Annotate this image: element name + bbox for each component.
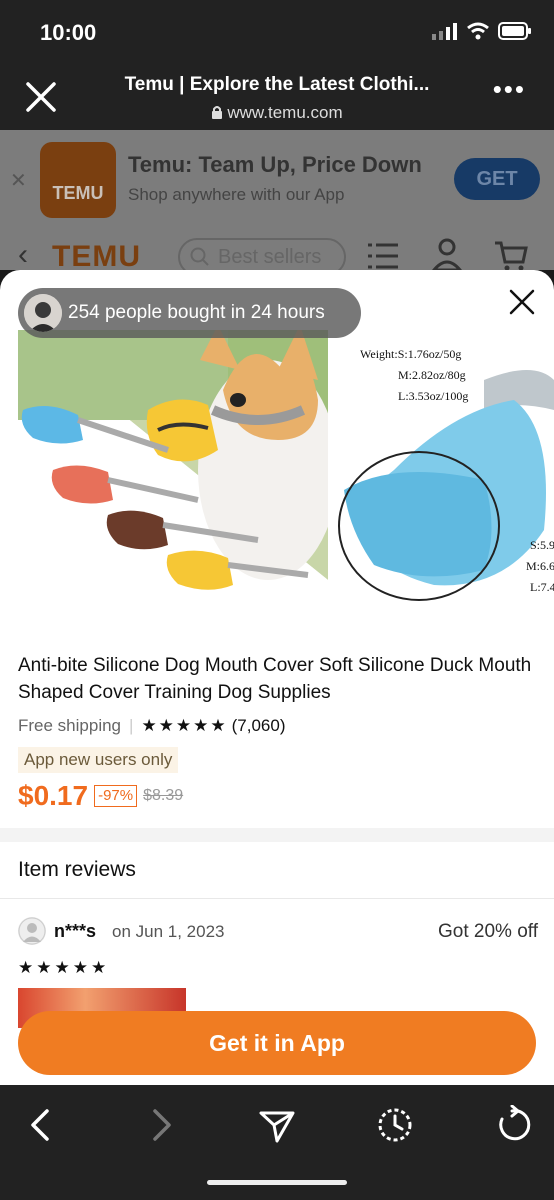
url-text: www.temu.com — [227, 103, 343, 122]
history-icon[interactable] — [375, 1105, 415, 1145]
weight-label-m: M:2.82oz/80g — [398, 368, 466, 382]
review-date: on Jun 1, 2023 — [112, 922, 225, 941]
buyer-avatar — [24, 294, 62, 332]
site-header: ‹ TEMU Best sellers — [0, 228, 554, 270]
section-separator — [0, 828, 554, 842]
divider: | — [129, 716, 134, 735]
cart-icon[interactable] — [494, 240, 528, 270]
product-image-size-chart[interactable]: Weight:S:1.76oz/50g M:2.82oz/80g L:3.53o… — [334, 330, 554, 640]
search-icon — [190, 247, 209, 266]
size-label-s: S:5.9 — [530, 538, 554, 552]
size-label-l: L:7.4 — [530, 580, 554, 594]
url-display[interactable]: www.temu.com — [100, 103, 454, 123]
original-price: $8.39 — [143, 787, 184, 804]
home-indicator[interactable] — [207, 1180, 347, 1185]
site-logo[interactable]: TEMU — [52, 240, 141, 270]
divider — [0, 898, 554, 899]
new-user-badge: App new users only — [18, 747, 179, 773]
social-proof-pill: 254 people bought in 24 hours — [18, 288, 361, 338]
review-discount-tag: Got 20% off — [438, 921, 538, 942]
more-options-icon[interactable]: ••• — [493, 76, 526, 102]
back-icon[interactable] — [22, 1105, 62, 1145]
share-icon[interactable] — [257, 1105, 297, 1145]
reviewer-name: n***s — [54, 921, 97, 941]
banner-app-name: Temu: Team Up, Price Down — [128, 152, 422, 177]
shipping-rating-row: Free shipping | ★★★★★ (7,060) — [18, 716, 286, 736]
forward-icon[interactable] — [140, 1105, 180, 1145]
banner-subtitle: Shop anywhere with our App — [128, 185, 345, 204]
shipping-label: Free shipping — [18, 716, 122, 735]
size-label-m: M:6.6 — [526, 559, 554, 573]
app-download-banner: ✕ TEMU Temu: Team Up, Price Down Shop an… — [0, 130, 554, 226]
browser-address-bar: Temu | Explore the Latest Clothi... www.… — [0, 62, 554, 130]
back-chevron-icon[interactable]: ‹ — [18, 238, 28, 270]
weight-label-l: L:3.53oz/100g — [398, 389, 469, 403]
battery-icon — [498, 22, 531, 40]
lock-icon — [212, 106, 223, 119]
reviewer-avatar — [18, 917, 46, 945]
current-price: $0.17 — [18, 780, 89, 811]
rating-count[interactable]: (7,060) — [232, 716, 286, 736]
review-stars: ★★★★★ — [18, 958, 110, 977]
account-icon[interactable] — [432, 238, 462, 270]
product-title[interactable]: Anti-bite Silicone Dog Mouth Cover Soft … — [18, 652, 538, 706]
rating-stars: ★★★★★ — [141, 716, 228, 735]
dimmed-page-backdrop[interactable]: ✕ TEMU Temu: Team Up, Price Down Shop an… — [0, 130, 554, 270]
price-row: $0.17 -97% $8.39 — [18, 780, 183, 812]
weight-label-s: Weight:S:1.76oz/50g — [360, 347, 462, 361]
banner-close-icon[interactable]: ✕ — [10, 168, 27, 193]
product-quickview-sheet: Weight:S:1.76oz/50g M:2.82oz/80g L:3.53o… — [0, 270, 554, 1085]
close-sheet-icon[interactable] — [508, 288, 536, 316]
signal-icon — [432, 23, 457, 40]
get-it-in-app-button[interactable]: Get it in App — [18, 1011, 536, 1075]
reviews-heading: Item reviews — [18, 858, 136, 881]
clock: 10:00 — [40, 20, 97, 45]
get-app-button[interactable]: GET — [454, 158, 540, 200]
system-icons — [432, 22, 532, 40]
temu-app-logo: TEMU — [40, 142, 116, 218]
product-image-carousel[interactable]: Weight:S:1.76oz/50g M:2.82oz/80g L:3.53o… — [0, 330, 554, 640]
product-image-dog-muzzles[interactable] — [18, 330, 328, 640]
social-proof-text: 254 people bought in 24 hours — [68, 302, 325, 323]
status-bar: 10:00 — [0, 0, 554, 62]
page-title: Temu | Explore the Latest Clothi... — [124, 74, 430, 95]
reload-icon[interactable] — [492, 1105, 532, 1145]
close-icon[interactable] — [24, 80, 58, 114]
category-menu-icon[interactable] — [368, 242, 398, 270]
discount-badge: -97% — [94, 785, 138, 807]
wifi-icon — [467, 22, 489, 40]
